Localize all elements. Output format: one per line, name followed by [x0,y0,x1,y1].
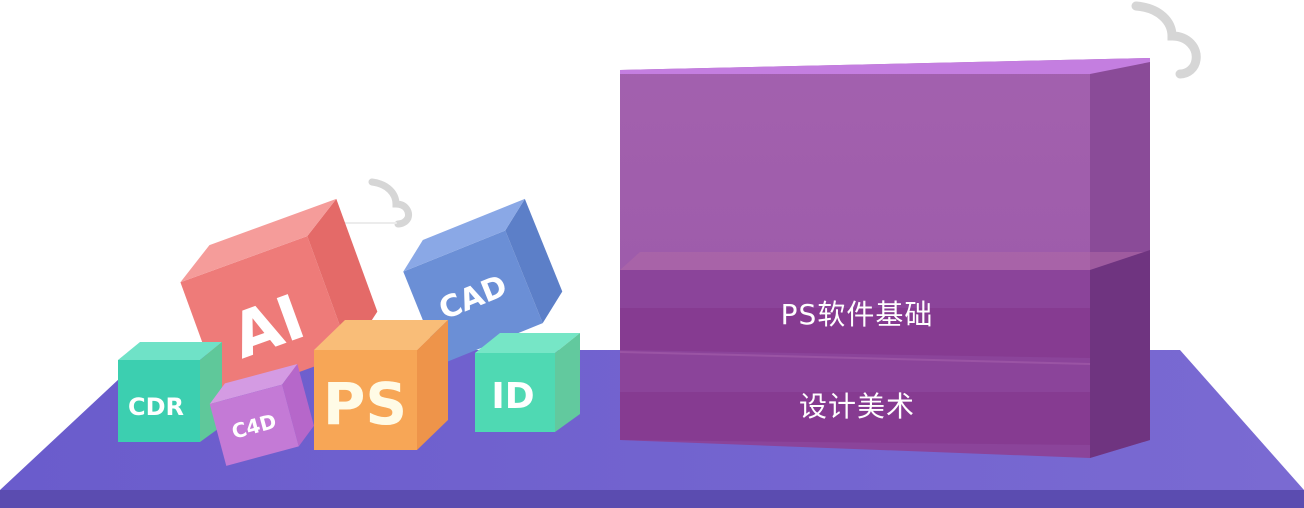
cube-cdr-label: CDR [128,393,184,421]
cloud-icon [339,178,412,228]
illustration: AI CAD CDR PS C4D ID [0,1,1304,508]
course-label-design-art: 设计美术 [798,390,915,423]
cube-id: ID [475,333,580,432]
box-lower-side [1090,250,1150,458]
box-layer-line [620,252,1148,270]
course-label-ps-basics: PS软件基础 [780,298,934,331]
cube-ps: PS [314,320,448,450]
cube-cdr: CDR [118,342,222,442]
box-top [620,58,1150,74]
cube-id-label: ID [491,376,534,417]
cube-ps-label: PS [323,370,407,438]
platform-edge [0,490,1304,508]
